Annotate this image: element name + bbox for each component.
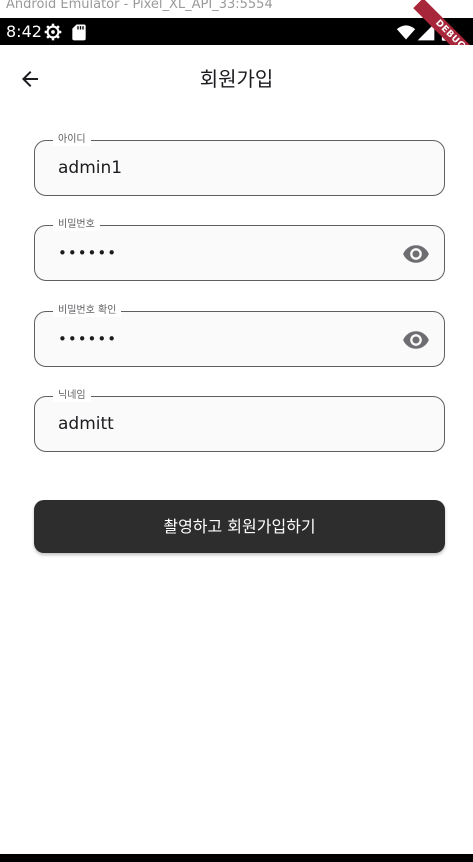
status-bar: 8:42 [0, 18, 473, 45]
password-confirm-field[interactable]: 비밀번호 확인 •••••• [34, 305, 445, 367]
emulator-window-title: Android Emulator - Pixel_XL_API_33:5554 [0, 0, 473, 18]
id-field[interactable]: 아이디 admin1 [34, 134, 445, 196]
page-title: 회원가입 [199, 67, 274, 91]
capture-and-signup-button[interactable]: 촬영하고 회원가입하기 [34, 500, 445, 553]
settings-icon [44, 23, 62, 41]
password-field-value: •••••• [58, 244, 118, 262]
password-field[interactable]: 비밀번호 •••••• [34, 219, 445, 281]
nickname-field-value: admitt [58, 414, 114, 434]
nickname-field[interactable]: 닉네임 admitt [34, 390, 445, 452]
password-visibility-toggle[interactable] [402, 240, 430, 268]
id-field-value: admin1 [58, 158, 123, 178]
status-time: 8:42 [6, 22, 42, 41]
password-confirm-visibility-toggle[interactable] [402, 326, 430, 354]
arrow-back-icon [22, 71, 38, 87]
eye-icon [403, 331, 429, 349]
password-confirm-field-value: •••••• [58, 330, 118, 348]
app-bar: 회원가입 [0, 45, 473, 113]
system-nav-bar [0, 854, 473, 862]
sd-card-icon [72, 24, 86, 41]
back-button[interactable] [12, 61, 48, 97]
eye-icon [403, 245, 429, 263]
wifi-icon [396, 25, 416, 40]
